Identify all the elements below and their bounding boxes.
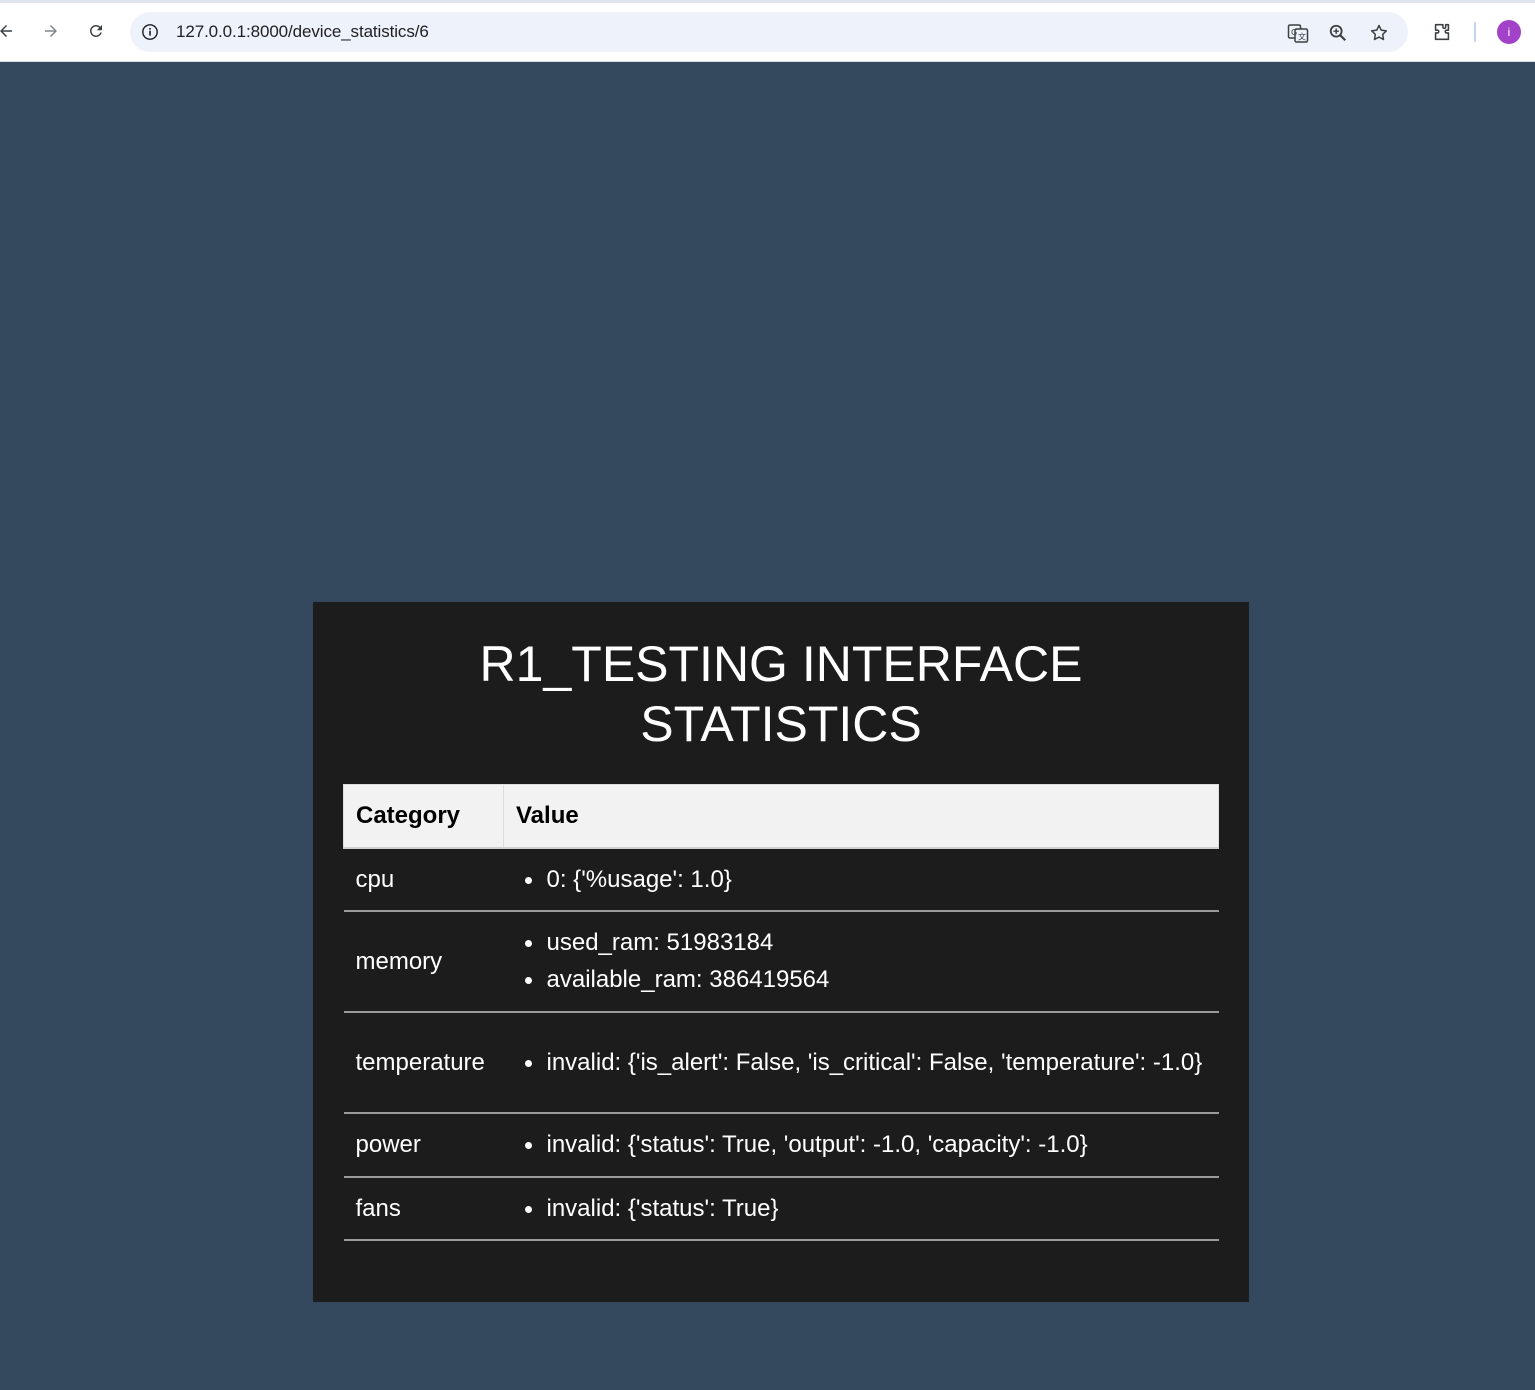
column-header-value: Value [503,784,1219,849]
svg-text:G: G [1291,28,1297,37]
svg-text:文: 文 [1298,32,1306,42]
category-cell: memory [343,910,504,1013]
value-list: invalid: {'status': True, 'output': -1.0… [516,1126,1207,1163]
address-bar[interactable]: 127.0.0.1:8000/device_statistics/6 G文 [130,12,1408,52]
statistics-card: R1_TESTING INTERFACE STATISTICS Category… [313,602,1249,1302]
value-cell: 0: {'%usage': 1.0} [503,847,1219,912]
list-item: available_ram: 386419564 [516,961,1207,998]
back-icon[interactable] [0,19,18,43]
browser-toolbar: 127.0.0.1:8000/device_statistics/6 G文 i [0,0,1535,62]
category-cell: temperature [343,1011,504,1114]
list-item: invalid: {'status': True, 'output': -1.0… [516,1126,1207,1163]
statistics-table: Category Value cpu 0: {'%usage': 1.0} me… [343,784,1219,1241]
profile-avatar[interactable]: i [1497,20,1521,44]
toolbar-divider [1474,22,1476,42]
column-header-category: Category [343,784,504,849]
value-list: used_ram: 51983184 available_ram: 386419… [516,924,1207,998]
url-text[interactable]: 127.0.0.1:8000/device_statistics/6 [176,22,429,42]
list-item: 0: {'%usage': 1.0} [516,861,1207,898]
table-row: cpu 0: {'%usage': 1.0} [343,847,1219,912]
site-info-icon[interactable] [140,22,160,42]
value-list: invalid: {'is_alert': False, 'is_critica… [516,1044,1207,1081]
page-title-line-1: R1_TESTING INTERFACE [479,636,1083,692]
page-title: R1_TESTING INTERFACE STATISTICS [313,634,1249,754]
category-cell: power [343,1112,504,1178]
reload-icon[interactable] [84,19,108,43]
zoom-icon[interactable] [1327,22,1349,44]
value-cell: invalid: {'status': True} [503,1176,1219,1241]
value-cell: invalid: {'status': True, 'output': -1.0… [503,1112,1219,1178]
value-cell: used_ram: 51983184 available_ram: 386419… [503,910,1219,1013]
table-row: fans invalid: {'status': True} [343,1176,1219,1241]
table-row: memory used_ram: 51983184 available_ram:… [343,910,1219,1013]
table-row: temperature invalid: {'is_alert': False,… [343,1011,1219,1114]
list-item: used_ram: 51983184 [516,924,1207,961]
value-list: invalid: {'status': True} [516,1190,1207,1227]
table-header-row: Category Value [343,784,1219,849]
value-list: 0: {'%usage': 1.0} [516,861,1207,898]
table-row: power invalid: {'status': True, 'output'… [343,1112,1219,1178]
category-cell: cpu [343,847,504,912]
value-cell: invalid: {'is_alert': False, 'is_critica… [503,1011,1219,1114]
extensions-icon[interactable] [1430,20,1454,44]
translate-icon[interactable]: G文 [1287,22,1309,44]
bookmark-star-icon[interactable] [1368,22,1390,44]
list-item: invalid: {'status': True} [516,1190,1207,1227]
forward-icon[interactable] [39,19,63,43]
tab-strip-edge [0,0,1535,3]
category-cell: fans [343,1176,504,1241]
page-title-line-2: STATISTICS [640,696,922,752]
list-item: invalid: {'is_alert': False, 'is_critica… [516,1044,1207,1081]
